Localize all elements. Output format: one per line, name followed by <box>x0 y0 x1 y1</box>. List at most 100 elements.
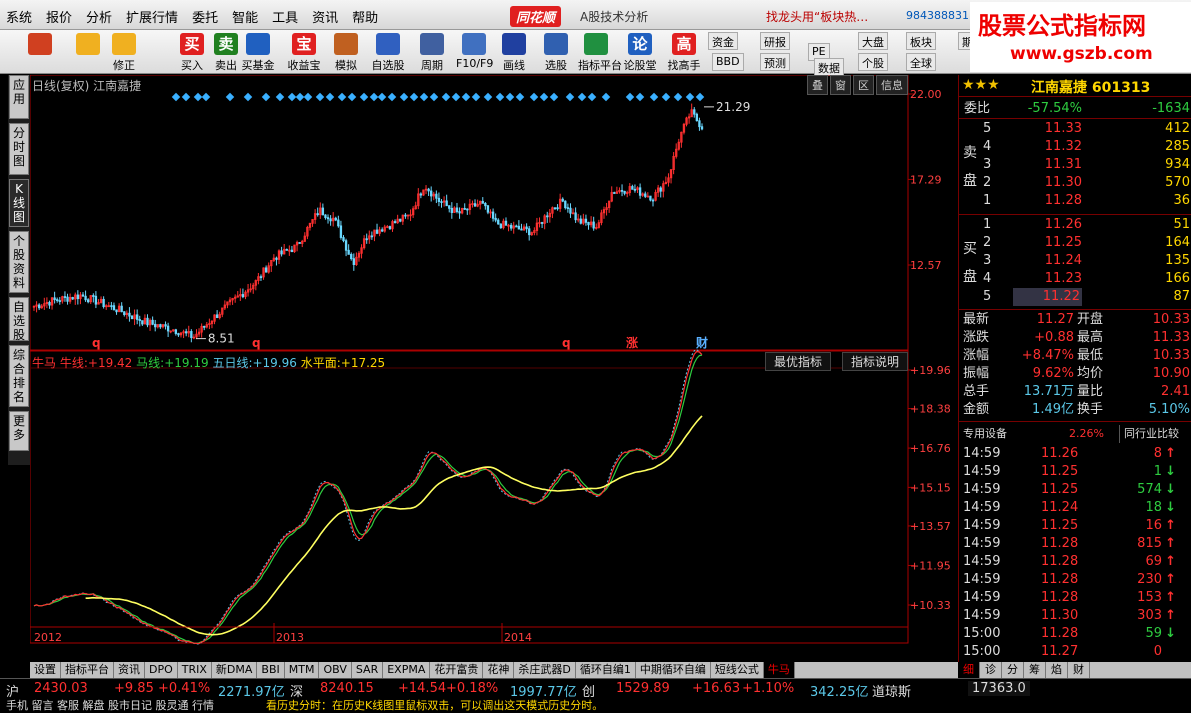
stat-val2-1: 11.33 <box>1152 330 1190 345</box>
side-tab-4[interactable]: 自选股 <box>9 297 29 342</box>
candle-body <box>94 295 98 305</box>
best-indicator-button[interactable]: 最优指标 <box>765 352 832 371</box>
menu-item-0[interactable]: 系统 <box>6 7 32 26</box>
toolbar-button-13[interactable]: 指标平台 <box>578 31 622 73</box>
ind-tab-7[interactable]: MTM <box>285 662 320 678</box>
sz-index[interactable]: 8240.15 <box>320 681 374 696</box>
ind-tab-16[interactable]: 短线公式 <box>711 662 764 678</box>
quote-tab-4[interactable]: 焰 <box>1046 662 1068 678</box>
indicator-help-button[interactable]: 指标说明 <box>842 352 909 371</box>
dj-index[interactable]: 17363.0 <box>968 681 1030 696</box>
signal-diamond <box>295 92 305 102</box>
ind-tab-1[interactable]: 指标平台 <box>61 662 114 678</box>
toolbar-button-3[interactable]: 买买入 <box>174 31 210 73</box>
ind-tab-3[interactable]: DPO <box>145 662 178 678</box>
toolbar-button-9[interactable]: 周期 <box>414 31 450 73</box>
side-tab-6[interactable]: 更多 <box>9 411 29 451</box>
menu-item-7[interactable]: 资讯 <box>312 7 338 26</box>
toolbar-button-2[interactable]: 修正 <box>106 31 142 73</box>
tick-vol-0: 8 <box>1153 446 1162 461</box>
buy-char-1: 盘 <box>963 269 977 285</box>
sell-row-3-b: 11.30 <box>1044 175 1082 190</box>
ind-tab-12[interactable]: 花神 <box>483 662 515 678</box>
side-tab-2[interactable]: K线图 <box>9 179 29 227</box>
ind-tab-9[interactable]: SAR <box>352 662 384 678</box>
stat-val-5: 1.49亿 <box>1032 402 1074 417</box>
toolbar-button-11[interactable]: 画线 <box>496 31 532 73</box>
chart-btn-0[interactable]: 叠 <box>807 75 828 95</box>
chart-btn-1[interactable]: 窗 <box>830 75 851 95</box>
side-tab-0[interactable]: 应用 <box>9 75 29 119</box>
toolbar-button-7[interactable]: 模拟 <box>328 31 364 73</box>
toolbar-button-15[interactable]: 高找高手 <box>666 31 702 73</box>
news-ticker-link[interactable]: 找龙头用“板块热… <box>766 8 868 25</box>
ind-tab-15[interactable]: 中期循环自编 <box>636 662 711 678</box>
menu-item-8[interactable]: 帮助 <box>352 7 378 26</box>
bottom-links[interactable]: 手机 留言 客服 解盘 股市日记 股灵通 行情 <box>6 697 214 713</box>
menu-item-6[interactable]: 工具 <box>272 7 298 26</box>
ind-tab-8[interactable]: OBV <box>319 662 352 678</box>
toolbar-button-5[interactable]: 买基金 <box>240 31 276 73</box>
toolbar-small-2[interactable]: 大盘 <box>858 32 888 50</box>
toolbar-small-8[interactable]: 全球 <box>906 53 936 71</box>
quote-tab-2[interactable]: 分 <box>1002 662 1024 678</box>
toolbar-button-6[interactable]: 宝收益宝 <box>286 31 322 73</box>
toolbar-small-3[interactable]: 板块 <box>906 32 936 50</box>
toolbar-button-14[interactable]: 论论股堂 <box>622 31 658 73</box>
toolbar-small-1[interactable]: 研报 <box>760 32 790 50</box>
buy-row-2: 3 11.24 135 <box>959 252 1191 270</box>
ind-tab-5[interactable]: 新DMA <box>212 662 258 678</box>
menu-item-5[interactable]: 智能 <box>232 7 258 26</box>
candle-body <box>393 221 397 224</box>
candle-body <box>56 299 59 302</box>
ind-tab-17[interactable]: 牛马 <box>763 662 795 678</box>
cy-index[interactable]: 1529.89 <box>616 681 670 696</box>
ind-tab-11[interactable]: 花开富贵 <box>430 662 484 678</box>
chart-btn-3[interactable]: 信息 <box>876 75 908 95</box>
quote-tab-5[interactable]: 财 <box>1068 662 1090 678</box>
ind-tab-14[interactable]: 循环自编1 <box>576 662 636 678</box>
side-tab-1[interactable]: 分时图 <box>9 123 29 175</box>
signal-label-0: q <box>92 336 101 350</box>
sh-index[interactable]: 2430.03 <box>34 681 88 696</box>
toolbar-button-12[interactable]: 选股 <box>538 31 574 73</box>
candle-body <box>430 190 433 197</box>
candle-body <box>275 257 278 260</box>
toolbar-small-0[interactable]: 资金 <box>708 32 738 50</box>
tick-time-10: 15:00 <box>963 626 1001 641</box>
sector-compare-button[interactable]: 同行业比较 <box>1119 425 1179 443</box>
sell-row-4-b: 11.28 <box>1044 193 1082 208</box>
ind-tab-6[interactable]: BBI <box>257 662 285 678</box>
chart-btn-2[interactable]: 区 <box>853 75 874 95</box>
toolbar-button-0[interactable] <box>22 31 58 73</box>
menu-item-4[interactable]: 委托 <box>192 7 218 26</box>
chart-area[interactable]: 22.00 17.29 12.57 21.29 8.51 q q q 涨 财 +19.96 +18.3… <box>29 74 958 645</box>
sell-row-3: 2 11.30 570 <box>959 174 1191 192</box>
menu-item-1[interactable]: 报价 <box>46 7 72 26</box>
toolbar-button-10[interactable]: F10/F9 <box>456 31 493 73</box>
side-tab-5[interactable]: 综合排名 <box>9 345 29 407</box>
side-tab-3[interactable]: 个股资料 <box>9 231 29 293</box>
ind-tab-10[interactable]: EXPMA <box>383 662 431 678</box>
buy-row-0: 1 11.26 51 <box>959 216 1191 234</box>
ind-tab-13[interactable]: 杀庄武器D <box>514 662 576 678</box>
toolbar-small-5[interactable]: 预测 <box>760 53 790 71</box>
ind-tab-0[interactable]: 设置 <box>30 662 61 678</box>
toolbar-button-8[interactable]: 自选股 <box>370 31 406 73</box>
menu-item-2[interactable]: 分析 <box>86 7 112 26</box>
toolbar-button-4[interactable]: 卖卖出 <box>208 31 244 73</box>
quote-tab-3[interactable]: 筹 <box>1024 662 1046 678</box>
toolbar-small-9[interactable]: 数据 <box>814 58 844 76</box>
ind-tab-2[interactable]: 资讯 <box>114 662 145 678</box>
buy-row-4-c: 87 <box>1173 289 1190 304</box>
candle-body <box>48 301 51 306</box>
toolbar-button-1[interactable] <box>70 31 106 73</box>
menu-item-3[interactable]: 扩展行情 <box>126 7 178 26</box>
toolbar-small-4[interactable]: BBD <box>712 53 744 71</box>
toolbar-small-7[interactable]: 个股 <box>858 53 888 71</box>
quote-tab-1[interactable]: 诊 <box>980 662 1002 678</box>
candle-body <box>264 267 268 273</box>
quote-tab-0[interactable]: 细 <box>958 662 980 678</box>
ind-tab-4[interactable]: TRIX <box>178 662 212 678</box>
sell-row-1: 4 11.32 285 <box>959 138 1191 156</box>
